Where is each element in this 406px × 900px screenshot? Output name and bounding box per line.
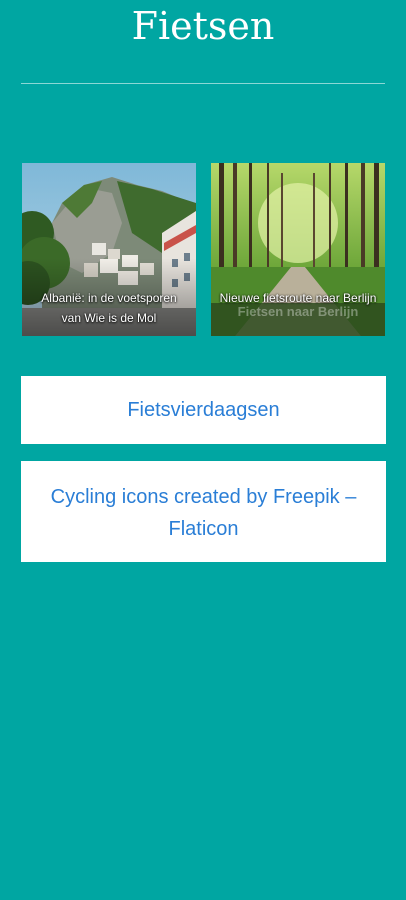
article-card-albania[interactable]: Albanië: in de voetsporen van Wie is de … <box>22 163 196 336</box>
title-divider <box>21 83 385 84</box>
page-title: Fietsen <box>131 4 275 48</box>
icon-credits-link[interactable]: Cycling icons created by Freepik – Flati… <box>21 461 386 562</box>
article-card-berlijn[interactable]: Fietsen naar Berlijn Nieuwe fietsroute n… <box>211 163 385 336</box>
card-caption: Nieuwe fietsroute naar Berlijn <box>219 291 377 305</box>
card-caption: Albanië: in de voetsporen van Wie is de … <box>41 291 177 325</box>
fietsvierdaagsen-link[interactable]: Fietsvierdaagsen <box>21 376 386 444</box>
